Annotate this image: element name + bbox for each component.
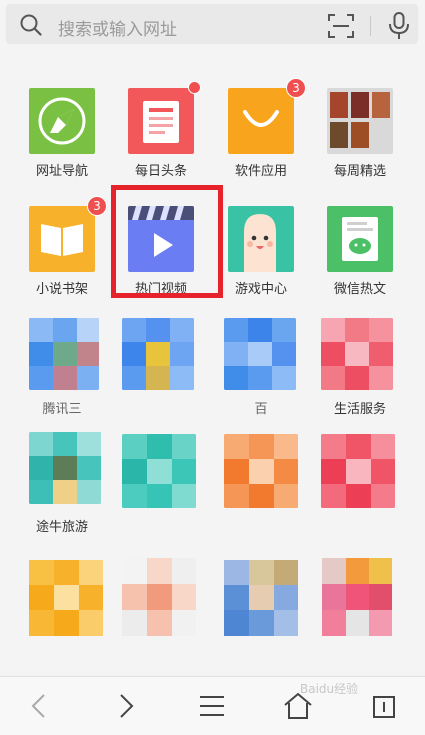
blurred-tile-icon — [122, 318, 194, 390]
book-icon — [29, 206, 95, 272]
menu-icon[interactable] — [192, 691, 232, 721]
finger-character-icon — [228, 206, 294, 272]
news-icon — [128, 88, 194, 154]
blurred-tile-icon[interactable] — [224, 560, 298, 636]
app-label: 软件应用 — [234, 164, 287, 179]
blurred-tile-icon — [29, 318, 99, 390]
app-web-nav[interactable]: 网址导航 — [19, 84, 115, 194]
tabs-icon[interactable] — [364, 691, 404, 721]
blurred-tile-icon — [321, 434, 395, 508]
app-label: 生活服务 — [333, 402, 386, 417]
app-software[interactable]: 3 软件应用 — [218, 78, 314, 194]
app-label: 游戏中心 — [234, 282, 287, 297]
app-label: 百 — [254, 402, 268, 417]
app-wechat-articles[interactable]: 微信热文 — [317, 202, 413, 312]
blurred-tile-icon[interactable] — [122, 558, 196, 636]
bottom-nav-bar — [0, 676, 425, 735]
blurred-tile-icon — [224, 318, 296, 390]
app-blurred-2[interactable] — [118, 318, 214, 428]
app-life-services[interactable]: 生活服务 — [317, 318, 413, 428]
wechat-article-icon — [327, 206, 393, 272]
app-blurred-6[interactable] — [118, 432, 214, 542]
forward-arrow-icon[interactable] — [106, 691, 146, 721]
app-label: 小说书架 — [35, 282, 88, 297]
search-divider — [370, 16, 371, 36]
back-arrow-icon[interactable] — [20, 691, 60, 721]
shopping-bag-icon — [228, 88, 294, 154]
microphone-icon[interactable] — [388, 12, 410, 40]
count-badge: 3 — [286, 78, 306, 98]
notification-dot — [188, 81, 201, 94]
blurred-tile-icon — [122, 434, 196, 508]
app-label: 每日头条 — [134, 164, 187, 179]
blurred-tile-icon[interactable] — [29, 560, 103, 636]
app-game-center[interactable]: 游戏中心 — [218, 202, 314, 312]
scan-icon[interactable] — [328, 14, 354, 38]
app-blurred-8[interactable] — [317, 432, 413, 542]
app-weekly-picks[interactable]: 每周精选 — [317, 84, 413, 194]
app-label: 每周精选 — [333, 164, 386, 179]
app-daily-news[interactable]: 每日头条 — [118, 81, 214, 194]
app-blurred-3[interactable]: 百 — [218, 318, 314, 428]
search-placeholder[interactable]: 搜索或输入网址 — [58, 15, 177, 40]
blurred-tile-icon — [29, 432, 101, 504]
count-badge: 3 — [87, 196, 107, 216]
address-search-bar[interactable]: 搜索或输入网址 — [6, 4, 418, 44]
blurred-tile-icon[interactable] — [322, 558, 392, 636]
search-icon — [20, 14, 42, 36]
watermark-text: Baidu经验 — [300, 682, 359, 696]
app-blurred-7[interactable] — [218, 432, 314, 542]
blurred-tile-icon — [224, 434, 298, 508]
app-tuniu-travel[interactable]: 途牛旅游 — [19, 432, 115, 542]
blurred-tile-icon — [321, 318, 393, 390]
app-blurred-tencent[interactable]: 腾讯三 — [19, 318, 115, 428]
compass-icon — [29, 88, 95, 154]
app-label: 腾讯三 — [42, 402, 82, 417]
game-grid-icon — [327, 88, 393, 154]
highlight-box — [111, 185, 223, 298]
app-label: 微信热文 — [333, 282, 386, 297]
app-label: 途牛旅游 — [35, 520, 88, 535]
app-label: 网址导航 — [35, 164, 88, 179]
app-novel-shelf[interactable]: 3 小说书架 — [19, 196, 115, 312]
